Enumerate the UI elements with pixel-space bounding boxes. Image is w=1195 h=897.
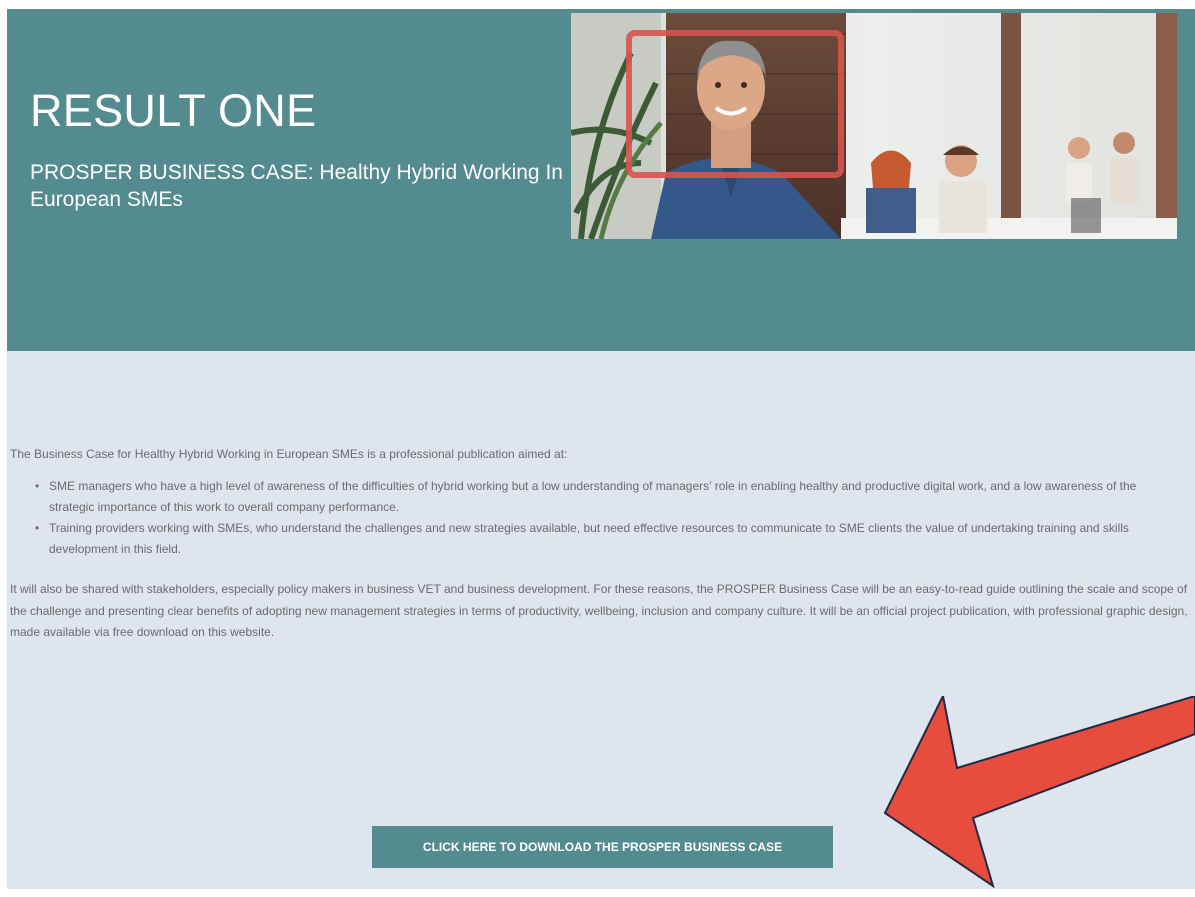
description-paragraph: It will also be shared with stakeholders… <box>10 582 1188 639</box>
page-title: RESULT ONE <box>30 85 317 136</box>
list-item: Training providers working with SMEs, wh… <box>35 518 1184 560</box>
audience-list: SME managers who have a high level of aw… <box>35 476 1184 560</box>
page-subtitle: PROSPER BUSINESS CASE: Healthy Hybrid Wo… <box>30 161 563 211</box>
pointer-arrow-icon <box>883 696 1195 889</box>
office-team-photo <box>571 13 1177 239</box>
intro-text: The Business Case for Healthy Hybrid Wor… <box>10 447 568 461</box>
hero-banner: RESULT ONE PROSPER BUSINESS CASE: Health… <box>7 9 1195 351</box>
hero-photo <box>571 13 1177 239</box>
download-business-case-button[interactable]: CLICK HERE TO DOWNLOAD THE PROSPER BUSIN… <box>372 826 833 868</box>
list-item: SME managers who have a high level of aw… <box>35 476 1184 518</box>
